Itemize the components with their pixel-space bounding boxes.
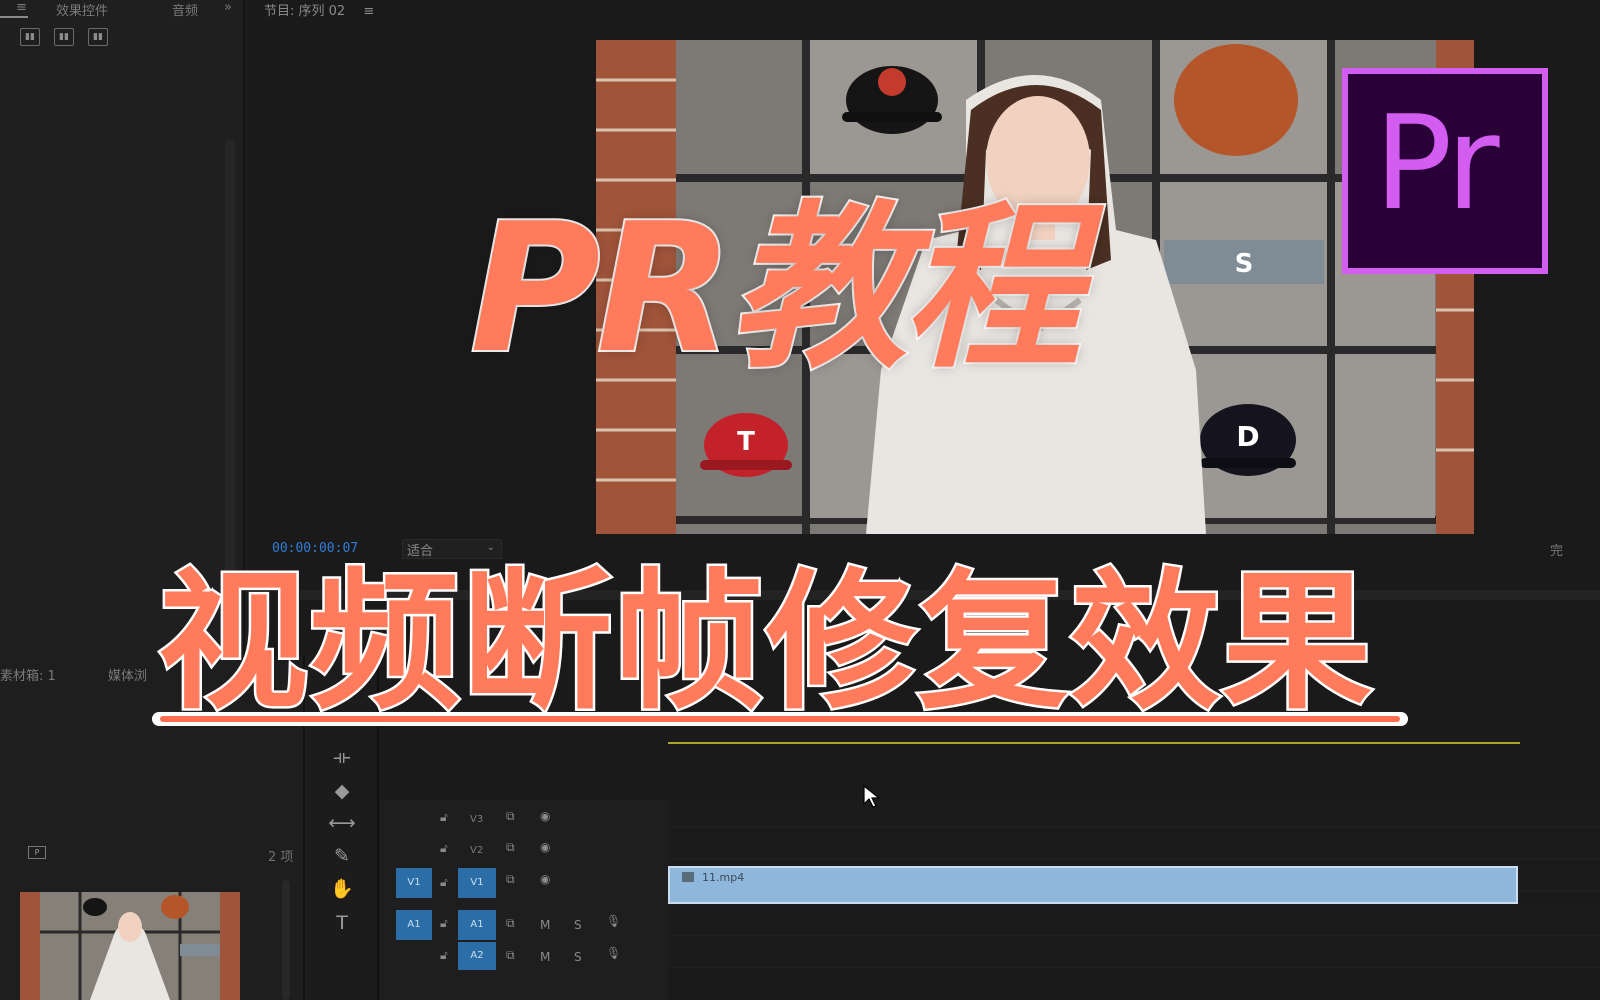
lock-icon[interactable]: 🔓︎	[440, 948, 448, 963]
tab-media-browser[interactable]: 媒体浏	[108, 665, 147, 684]
sync-icon[interactable]: ⧉	[506, 872, 515, 887]
slip-tool-icon[interactable]: ⟷	[328, 810, 356, 836]
item-count: 2 项	[268, 850, 294, 865]
chevron-down-icon: ⌄	[486, 542, 495, 553]
microphone-icon[interactable]: 🎙︎	[606, 946, 621, 960]
tab-audio[interactable]: 音频	[172, 0, 198, 19]
lane-a1[interactable]	[668, 908, 1600, 936]
eye-icon[interactable]: ◉	[540, 840, 550, 854]
eye-icon[interactable]: ◉	[540, 872, 550, 886]
microphone-icon[interactable]: 🎙︎	[606, 914, 621, 928]
svg-text:T: T	[737, 427, 755, 457]
tab-effect-controls[interactable]: 效果控件	[56, 0, 108, 19]
program-monitor-tab[interactable]: 节目: 序列 02 ≡	[264, 0, 374, 19]
bin-folder-icon[interactable]: P	[28, 846, 46, 859]
active-tab-indicator	[0, 16, 28, 18]
type-tool-icon[interactable]: T	[328, 910, 356, 936]
premiere-window: ≡ 效果控件 音频 » ▮▮ ▮▮ ▮▮ 节目: 序列 02 ≡ T D S 0…	[0, 0, 1600, 1000]
solo-button[interactable]: S	[574, 950, 582, 964]
resolution-select[interactable]: 完	[1550, 540, 1563, 559]
track-target-a2[interactable]: A2	[458, 942, 496, 970]
thumbnail-image	[20, 892, 240, 1000]
ripple-edit-tool-icon[interactable]: ⟛	[328, 744, 356, 770]
tab-overflow-icon[interactable]: »	[224, 0, 232, 15]
filter-icon-1[interactable]: ▮▮	[20, 28, 40, 46]
panel-menu-icon[interactable]: ≡	[16, 0, 27, 15]
playhead-timecode[interactable]: 00:00:00:07	[272, 541, 358, 556]
source-patch-a1[interactable]: A1	[396, 910, 432, 940]
sync-icon[interactable]: ⧉	[506, 809, 515, 824]
title-underline	[152, 712, 1408, 726]
pen-tool-icon[interactable]: ✎	[328, 843, 356, 869]
lock-icon[interactable]: 🔓︎	[440, 810, 448, 825]
monitor-menu-icon[interactable]: ≡	[363, 4, 374, 19]
lane-a2[interactable]	[668, 940, 1600, 968]
sync-icon[interactable]: ⧉	[506, 948, 515, 963]
lane-v3[interactable]	[668, 800, 1600, 828]
clip-name: 11.mp4	[702, 871, 745, 884]
program-monitor-title: 节目: 序列 02	[264, 4, 346, 19]
title-line-1: PR教程	[468, 185, 1084, 392]
track-target-a1[interactable]: A1	[458, 910, 496, 940]
logo-text: Pr	[1374, 87, 1500, 239]
solo-button[interactable]: S	[574, 918, 582, 932]
lock-icon[interactable]: 🔓︎	[440, 916, 448, 931]
filter-icon-3[interactable]: ▮▮	[88, 28, 108, 46]
lock-icon[interactable]: 🔓︎	[440, 841, 448, 856]
title-line-2: 视频断帧修复效果	[155, 556, 1375, 730]
lane-v2[interactable]	[668, 832, 1600, 860]
sync-icon[interactable]: ⧉	[506, 916, 515, 931]
track-target-v1[interactable]: V1	[458, 868, 496, 898]
svg-text:D: D	[1236, 420, 1259, 453]
mouse-pointer-icon	[863, 784, 881, 808]
mute-button[interactable]: M	[540, 918, 550, 932]
track-label-v3[interactable]: V3	[470, 814, 483, 840]
source-patch-v1[interactable]: V1	[396, 868, 432, 898]
filter-icons: ▮▮ ▮▮ ▮▮	[20, 28, 108, 46]
work-area-bar[interactable]	[668, 742, 1520, 744]
lock-icon[interactable]: 🔓︎	[440, 875, 448, 890]
timeline-clip[interactable]: 11.mp4	[668, 866, 1518, 904]
project-scrollbar[interactable]	[282, 880, 290, 1000]
track-headers	[380, 800, 668, 1000]
hand-tool-icon[interactable]: ✋	[328, 876, 356, 902]
filter-icon-2[interactable]: ▮▮	[54, 28, 74, 46]
razor-tool-icon[interactable]: ◆	[328, 778, 356, 804]
svg-text:S: S	[1235, 249, 1254, 279]
left-panel-tabs: ≡ 效果控件 音频 »	[0, 0, 245, 20]
clip-thumbnail[interactable]	[20, 892, 240, 1000]
premiere-pro-logo: Pr	[1342, 68, 1548, 274]
fx-badge-icon	[682, 872, 694, 882]
sync-icon[interactable]: ⧉	[506, 840, 515, 855]
tab-bin[interactable]: 素材箱: 1	[0, 665, 56, 684]
eye-icon[interactable]: ◉	[540, 809, 550, 823]
mute-button[interactable]: M	[540, 950, 550, 964]
